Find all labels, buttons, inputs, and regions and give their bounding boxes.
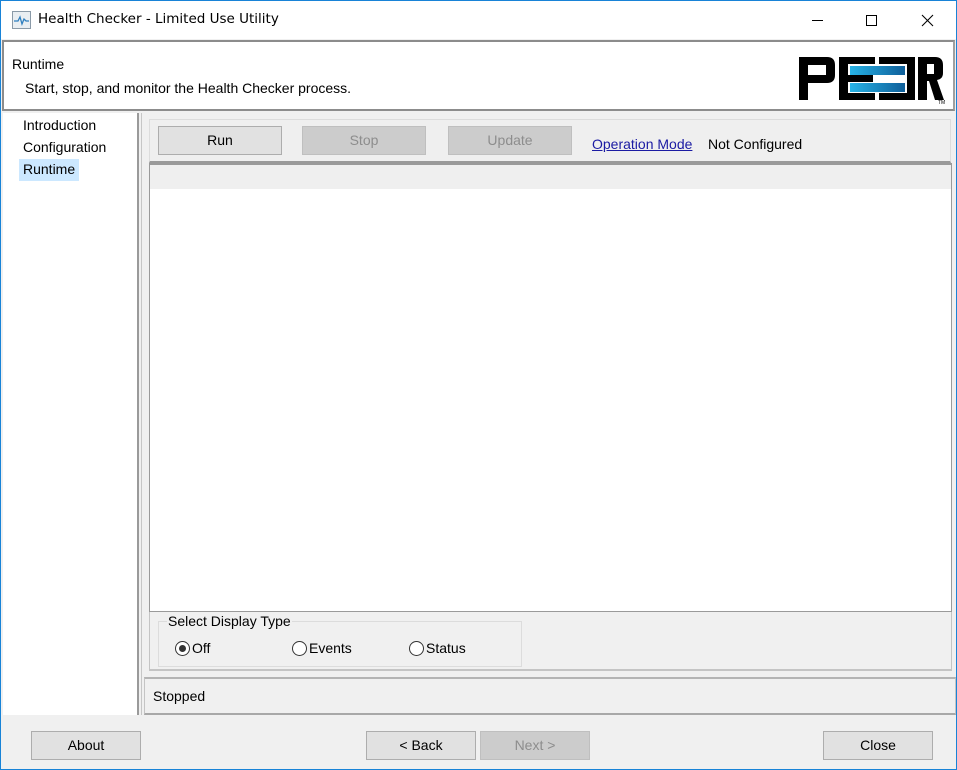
status-bar: Stopped <box>144 677 956 715</box>
status-text: Stopped <box>153 688 206 704</box>
operation-mode-link[interactable]: Operation Mode <box>592 136 692 152</box>
svg-text:TM: TM <box>938 100 945 105</box>
close-icon <box>921 14 933 26</box>
radio-events-label: Events <box>309 640 352 656</box>
peer-logo: TM <box>799 57 945 105</box>
maximize-button[interactable] <box>848 1 894 39</box>
maximize-icon <box>865 14 877 26</box>
about-button[interactable]: About <box>31 731 141 760</box>
output-display-area[interactable] <box>149 163 952 612</box>
page-header: Runtime Start, stop, and monitor the Hea… <box>2 40 955 111</box>
next-button[interactable]: Next > <box>480 731 590 760</box>
sidebar-nav: Introduction Configuration Runtime <box>3 113 139 715</box>
output-display-header <box>150 165 951 189</box>
page-title: Runtime <box>12 56 65 72</box>
radio-status[interactable]: Status <box>409 640 466 656</box>
operation-mode-value: Not Configured <box>708 136 803 152</box>
heartbeat-monitor-icon <box>12 11 31 29</box>
window-title: Health Checker - Limited Use Utility <box>38 11 279 27</box>
app-window: Health Checker - Limited Use Utility Run… <box>0 0 957 770</box>
runtime-toolbar: Run Stop Update Operation Mode Not Confi… <box>149 119 951 163</box>
update-button[interactable]: Update <box>448 126 572 155</box>
page-description: Start, stop, and monitor the Health Chec… <box>25 80 352 96</box>
nav-item-runtime[interactable]: Runtime <box>19 159 80 181</box>
runtime-panel: Run Stop Update Operation Mode Not Confi… <box>141 113 956 715</box>
back-button[interactable]: < Back <box>366 731 476 760</box>
close-window-button[interactable] <box>904 1 950 39</box>
radio-off[interactable]: Off <box>175 640 210 656</box>
stop-button[interactable]: Stop <box>302 126 426 155</box>
display-type-legend: Select Display Type <box>167 613 292 629</box>
radio-button[interactable] <box>292 640 307 656</box>
display-type-panel: Select Display Type Off Events Status <box>149 612 952 671</box>
minimize-button[interactable] <box>794 1 840 39</box>
radio-button-selected[interactable] <box>175 640 190 656</box>
radio-events[interactable]: Events <box>292 640 352 656</box>
nav-item-introduction[interactable]: Introduction <box>19 115 100 137</box>
radio-off-label: Off <box>192 640 211 656</box>
radio-button[interactable] <box>409 640 424 656</box>
nav-item-configuration[interactable]: Configuration <box>19 137 110 159</box>
minimize-icon <box>811 19 823 21</box>
run-button[interactable]: Run <box>158 126 282 155</box>
close-button[interactable]: Close <box>823 731 933 760</box>
title-bar[interactable]: Health Checker - Limited Use Utility <box>1 1 956 39</box>
radio-status-label: Status <box>426 640 466 656</box>
